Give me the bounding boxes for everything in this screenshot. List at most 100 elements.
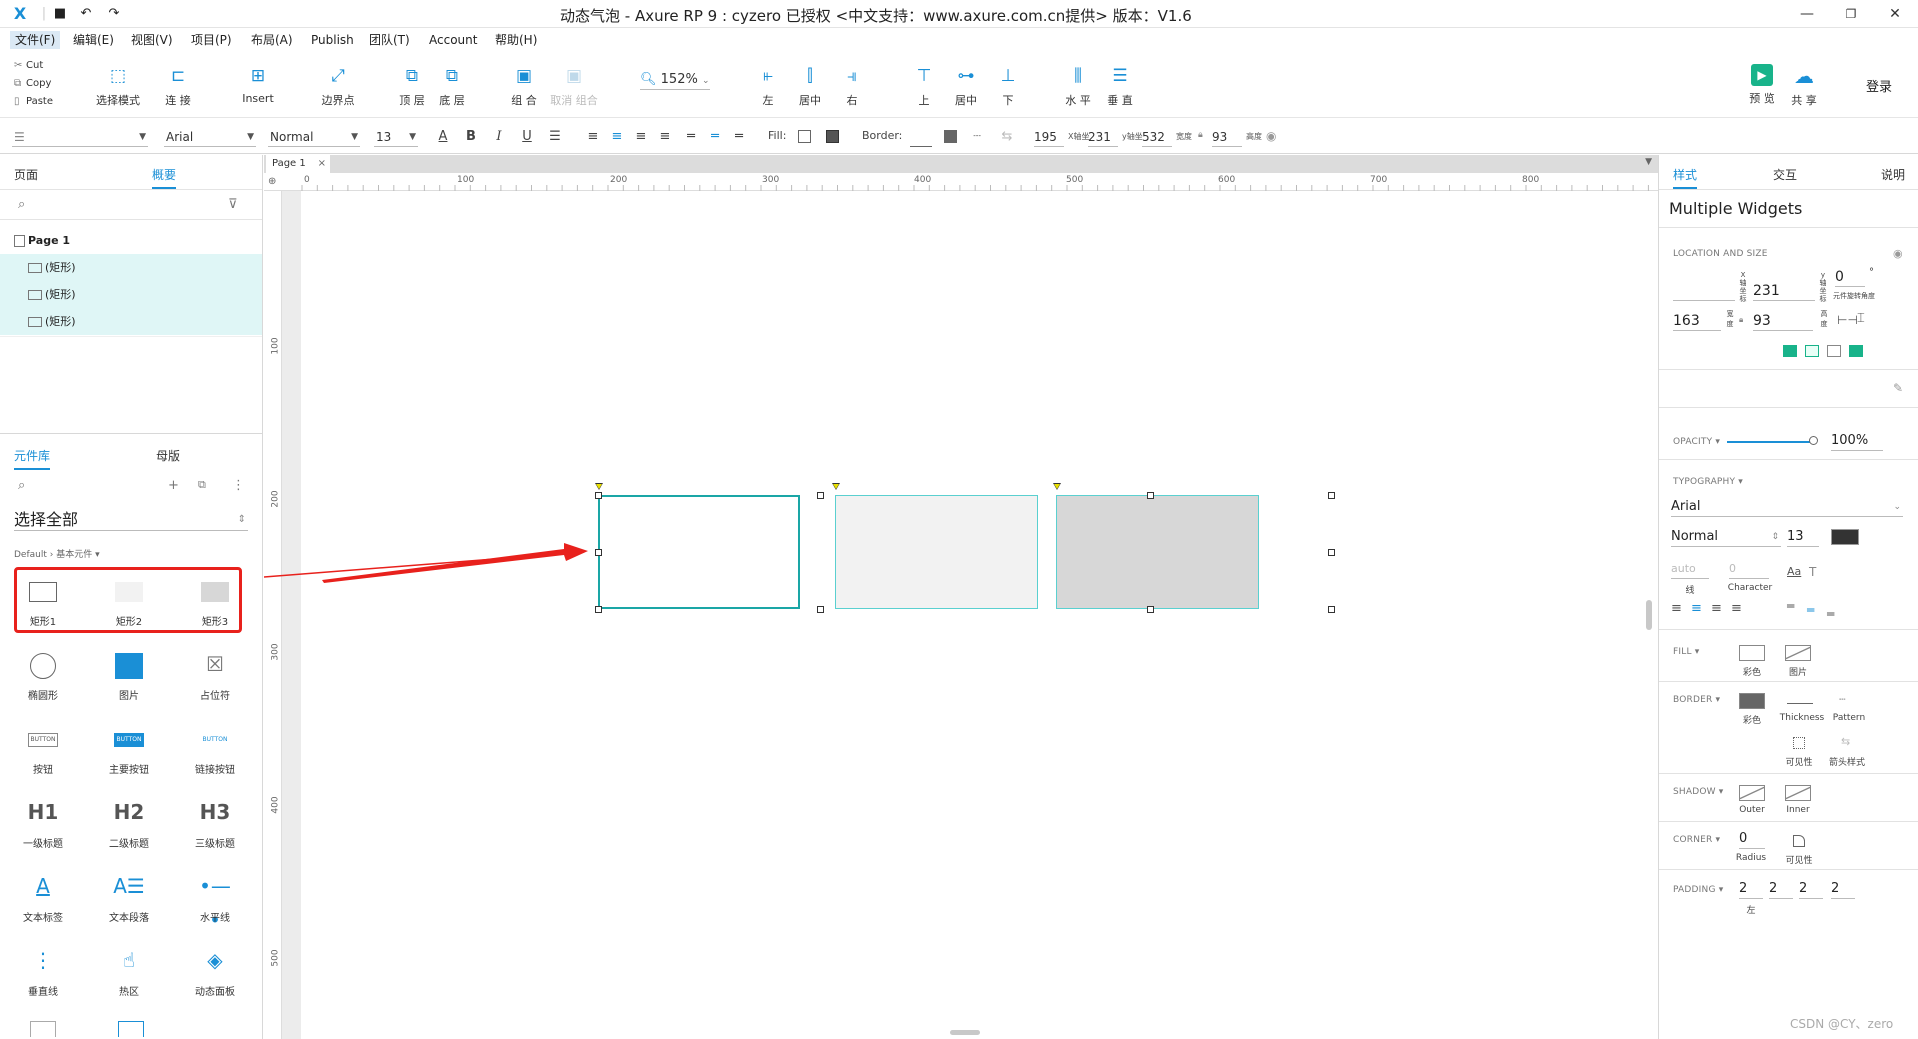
valign-top-icon[interactable]: ═ (682, 127, 700, 147)
font-select[interactable]: Arial ▼ (164, 127, 256, 147)
arrange-icon-3[interactable] (1827, 345, 1841, 357)
border-thickness-icon[interactable] (910, 146, 932, 147)
bold-icon[interactable]: B (462, 127, 480, 147)
fit-width-icon[interactable]: ⊢⊣ (1837, 313, 1858, 327)
horizontal-scrollbar[interactable] (950, 1030, 980, 1035)
height-input[interactable]: 93 (1212, 127, 1242, 147)
align-right-text-icon[interactable]: ≡ (632, 127, 650, 147)
justify-text-icon[interactable]: ≡ (656, 127, 674, 147)
bullet-list-icon[interactable]: ☰ (546, 127, 564, 147)
menu-arrange[interactable]: 布局(A) (246, 31, 298, 49)
canvas-rectangle-3[interactable] (1056, 495, 1259, 609)
align-left-text-icon[interactable]: ≡ (1671, 601, 1682, 616)
copy-button[interactable]: ⧉ Copy (14, 76, 51, 92)
redo-icon[interactable]: ↷ (106, 6, 122, 22)
restore-icon[interactable]: ❐ (1836, 4, 1866, 24)
minimize-icon[interactable]: — (1792, 4, 1822, 24)
widget-rect1[interactable]: 矩形1 (8, 573, 78, 637)
menu-help[interactable]: 帮助(H) (490, 31, 542, 49)
corner-visibility-icon[interactable] (1793, 835, 1805, 847)
widget-text-label[interactable]: A 文本标签 (8, 869, 78, 933)
menu-publish[interactable]: Publish (306, 31, 359, 49)
arrange-icon-2[interactable] (1805, 345, 1819, 357)
padding-left-input[interactable]: 2 (1739, 879, 1763, 899)
send-back-button[interactable]: ⧉ 底 层 (428, 64, 476, 108)
widget-primary-button[interactable]: BUTTON 主要按钮 (94, 721, 164, 785)
search-icon[interactable]: ⌕ (18, 478, 25, 493)
widget-h3[interactable]: H3 三级标题 (180, 795, 250, 859)
resize-handle[interactable] (1147, 492, 1154, 499)
arrow-style-icon[interactable]: ⇆ (1841, 735, 1850, 748)
style-edit-icon[interactable]: ✎ (1893, 381, 1903, 395)
align-right-text-icon[interactable]: ≡ (1711, 601, 1722, 616)
underline-icon[interactable]: U (518, 127, 536, 147)
widget-ellipse[interactable]: 椭圆形 (8, 647, 78, 711)
valign-top-icon[interactable]: ═ (1787, 599, 1794, 613)
tab-style[interactable]: 样式 (1673, 166, 1698, 189)
menu-file[interactable]: 文件(F) (10, 31, 61, 49)
fit-height-icon[interactable]: ⌶ (1857, 311, 1865, 326)
fill-image-icon[interactable] (826, 130, 839, 143)
x-input[interactable]: 195 (1034, 127, 1064, 147)
arrange-icon-1[interactable] (1783, 345, 1797, 357)
save-icon[interactable]: ■ (52, 6, 68, 22)
border-color-swatch[interactable] (944, 130, 957, 143)
filter-icon[interactable]: ⊽ (228, 197, 238, 212)
padding-top-input[interactable]: 2 (1769, 879, 1793, 899)
align-center-button[interactable]: ⫿ 居中 (786, 64, 834, 108)
connect-button[interactable]: ⊏ 连 接 (154, 64, 202, 108)
widget-rect3[interactable]: 矩形3 (180, 573, 250, 637)
corner-radius-input[interactable]: 0 (1739, 829, 1765, 849)
zoom-select[interactable]: 🔍︎ 152% ⌄ (640, 70, 710, 90)
width-input[interactable]: 532 (1142, 127, 1172, 147)
menu-team[interactable]: 团队(T) (364, 31, 415, 49)
canvas-rectangle-2[interactable] (835, 495, 1038, 609)
paste-button[interactable]: ▯ Paste (14, 94, 53, 110)
group-button[interactable]: ▣ 组 合 (500, 64, 548, 108)
fill-image-icon[interactable] (1785, 645, 1811, 661)
rotation-marker-icon[interactable] (1053, 483, 1061, 490)
char-spacing-input[interactable]: 0 (1729, 559, 1769, 579)
widget-table-icon[interactable] (30, 1021, 56, 1037)
lock-icon[interactable]: 🔒︎ (1198, 130, 1203, 140)
insert-button[interactable]: ⊞ Insert (234, 64, 282, 105)
width-input[interactable]: 163 (1673, 311, 1721, 331)
tab-interactions[interactable]: 交互 (1773, 166, 1797, 183)
preview-button[interactable]: ▶ 预 览 (1738, 64, 1786, 106)
valign-bottom-icon[interactable]: ═ (1827, 607, 1834, 621)
add-library-icon[interactable]: + (168, 478, 179, 493)
distribute-horizontal-button[interactable]: ⫼ 水 平 (1054, 64, 1102, 108)
point-button[interactable]: ⤢ 边界点 (314, 64, 362, 108)
opacity-slider[interactable] (1727, 441, 1813, 443)
border-pattern-icon[interactable]: ┄ (1839, 693, 1846, 706)
border-thickness-icon[interactable] (1787, 703, 1813, 704)
justify-text-icon[interactable]: ≡ (1731, 601, 1742, 616)
tab-library[interactable]: 元件库 (14, 447, 51, 470)
resize-handle[interactable] (1328, 492, 1335, 499)
align-center-text-icon[interactable]: ≡ (608, 127, 626, 147)
widget-link-button[interactable]: BUTTON 链接按钮 (180, 721, 250, 785)
font-size-select[interactable]: 13 ▼ (374, 127, 418, 147)
distribute-vertical-button[interactable]: ☰ 垂 直 (1096, 64, 1144, 108)
tab-notes[interactable]: 说明 (1881, 166, 1905, 183)
text-format-icon[interactable]: T (1809, 565, 1816, 579)
outline-item[interactable]: (矩形) (0, 308, 262, 335)
menu-edit[interactable]: 编辑(E) (68, 31, 119, 49)
library-select[interactable]: 选择全部 ⇕ (14, 509, 248, 531)
menu-project[interactable]: 项目(P) (186, 31, 237, 49)
border-pattern-icon[interactable]: ┄ (968, 127, 986, 147)
padding-bottom-input[interactable]: 2 (1831, 879, 1855, 899)
select-mode-button[interactable]: ⬚ 选择模式 (94, 64, 142, 108)
shadow-outer-icon[interactable] (1739, 785, 1765, 801)
text-color-icon[interactable]: A (434, 127, 452, 147)
arrow-style-icon[interactable]: ⇆ (998, 127, 1016, 147)
outline-item[interactable]: (矩形) (0, 281, 262, 308)
widget-rect2[interactable]: 矩形2 (94, 573, 164, 637)
font-size-input[interactable]: 13 (1787, 527, 1819, 547)
eye-icon[interactable]: ◉ (1266, 129, 1276, 143)
outline-item[interactable]: (矩形) (0, 254, 262, 281)
align-left-button[interactable]: ⫦ 左 (744, 64, 792, 108)
lock-icon[interactable]: 🔒︎ (1739, 315, 1743, 325)
widget-hline[interactable]: •—• 水平线 (180, 869, 250, 933)
align-right-button[interactable]: ⫣ 右 (828, 64, 876, 108)
